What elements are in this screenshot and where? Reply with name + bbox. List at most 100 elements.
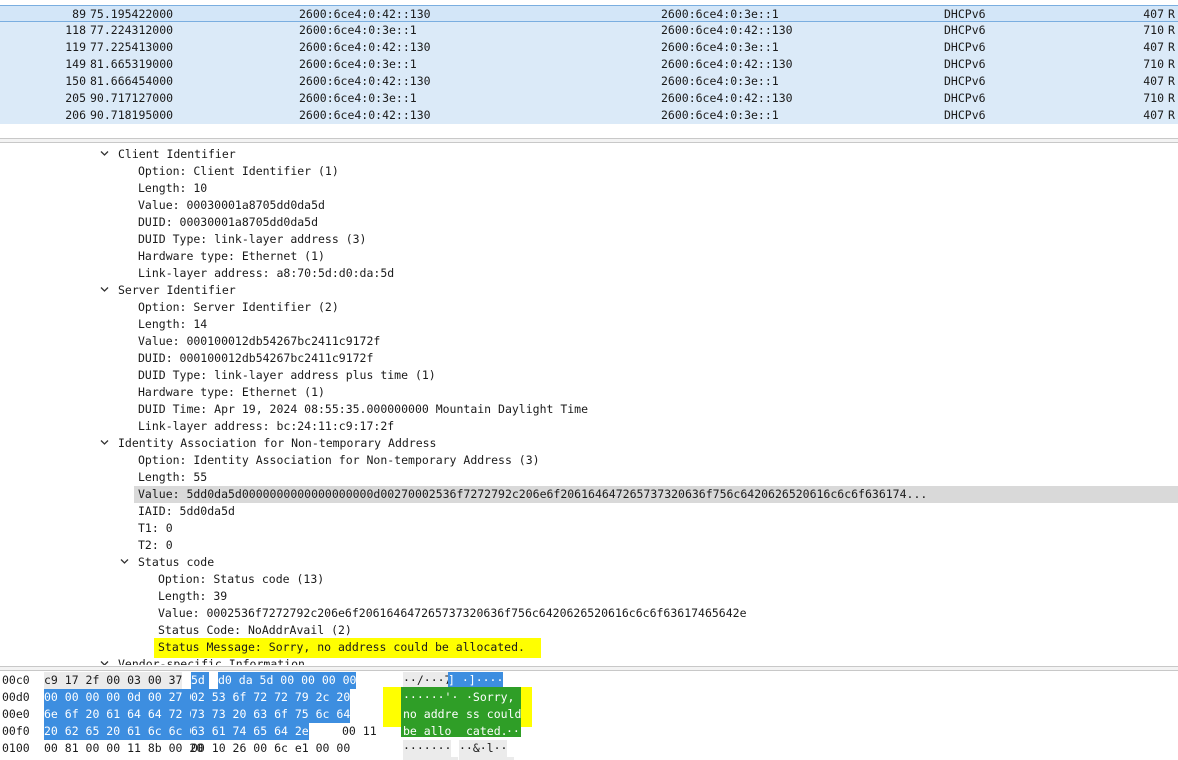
tree-field[interactable]: Length: 14: [138, 316, 207, 333]
chevron-down-icon[interactable]: [120, 558, 129, 566]
tree-field[interactable]: DUID: 00030001a8705dd0da5d: [138, 214, 318, 231]
tree-field[interactable]: DUID Time: Apr 19, 2024 08:55:35.0000000…: [138, 401, 588, 418]
tree-label: Hardware type: Ethernet (1): [138, 385, 325, 399]
packet-row[interactable]: 205 90.717127000 2600:6ce4:0:3e::1 2600:6ce…: [0, 90, 1178, 107]
tree-field[interactable]: IAID: 5dd0da5d: [138, 503, 235, 520]
packet-source: 2600:6ce4:0:3e::1: [299, 91, 417, 105]
hex-bytes-a: 00 00 00 00 0d 00 27 00: [44, 689, 204, 706]
hex-bytes-a: 00 81 00 00 11 8b 00 20: [44, 741, 204, 755]
ascii-bytes-b: ss could: [466, 707, 522, 721]
tree-field[interactable]: Status Message: Sorry, no address could …: [154, 638, 541, 658]
packet-info: R: [1168, 108, 1175, 122]
tree-label: DUID Time: Apr 19, 2024 08:55:35.0000000…: [138, 402, 589, 416]
tree-node[interactable]: Vendor-specific Information: [118, 656, 305, 665]
packet-number: 150: [65, 74, 86, 88]
tree-field[interactable]: T1: 0: [138, 520, 173, 537]
tree-label: Length: 14: [138, 317, 208, 331]
tree-label: Status code: [138, 555, 215, 569]
packet-length: 710: [1143, 91, 1164, 105]
tree-node[interactable]: Server Identifier: [118, 282, 236, 299]
tree-field[interactable]: Length: 10: [138, 180, 207, 197]
tree-label: DUID Type: link-layer address (3): [138, 232, 367, 246]
packet-source: 2600:6ce4:0:42::130: [299, 108, 431, 122]
packet-info: R: [1168, 74, 1175, 88]
packet-destination: 2600:6ce4:0:42::130: [661, 23, 793, 37]
tree-field[interactable]: Value: 000100012db54267bc2411c9172f: [138, 333, 380, 350]
hex-bytes-b: 63 61 74 65 64 2e: [191, 723, 309, 740]
tree-field[interactable]: Hardware type: Ethernet (1): [138, 384, 325, 401]
tree-label: Option: Client Identifier (1): [138, 164, 339, 178]
packet-row[interactable]: 119 77.225413000 2600:6ce4:0:42::130 2600:6…: [0, 39, 1178, 56]
hex-bytes-selected: 5d: [191, 672, 209, 689]
packet-details-tree[interactable]: Client Identifier Option: Client Identifi…: [0, 145, 1178, 665]
packet-protocol: DHCPv6: [944, 108, 986, 122]
tree-field[interactable]: Hardware type: Ethernet (1): [138, 248, 325, 265]
tree-field[interactable]: Option: Status code (13): [158, 571, 324, 588]
hex-row[interactable]: 00d0 00 00 00 00 0d 00 27 00 02 53 6f 72 7…: [0, 689, 1178, 706]
tree-field[interactable]: Status Code: NoAddrAvail (2): [158, 622, 352, 639]
hex-row[interactable]: 0100 00 81 00 00 11 8b 00 20 00 10 26 00 6…: [0, 740, 1178, 757]
tree-field[interactable]: DUID Type: link-layer address plus time …: [138, 367, 436, 384]
chevron-down-icon[interactable]: [100, 439, 109, 447]
packet-time: 90.718195000: [90, 108, 174, 122]
tree-field[interactable]: Link-layer address: bc:24:11:c9:17:2f: [138, 418, 394, 435]
ascii-bytes: ······'·: [403, 690, 459, 704]
tree-label: DUID: 000100012db54267bc2411c9172f: [138, 351, 374, 365]
tree-node[interactable]: Identity Association for Non-temporary A…: [118, 435, 437, 452]
tree-field[interactable]: Value: 00030001a8705dd0da5d: [138, 197, 325, 214]
packet-destination: 2600:6ce4:0:3e::1: [661, 74, 779, 88]
hex-row[interactable]: 00c0 c9 17 2f 00 03 00 37 5d d0 da 5d 00 00…: [0, 672, 1178, 689]
packet-row[interactable]: 150 81.666454000 2600:6ce4:0:42::130 2600:6…: [0, 73, 1178, 90]
ascii-bytes-b: cated.: [466, 724, 508, 738]
tree-field[interactable]: Option: Identity Association for Non-tem…: [138, 452, 540, 469]
packet-number: 149: [65, 57, 86, 71]
packet-length: 407: [1143, 40, 1164, 54]
tree-node[interactable]: Status code: [138, 554, 214, 571]
tree-field[interactable]: DUID: 000100012db54267bc2411c9172f: [138, 350, 373, 367]
tree-label: Identity Association for Non-temporary A…: [118, 436, 437, 450]
tree-label: Value: 5dd0da5d0000000000000000000d00270…: [138, 487, 928, 501]
packet-row[interactable]: 89 75.195422000 2600:6ce4:0:42::130 2600:6c…: [0, 5, 1178, 22]
tree-field[interactable]: DUID Type: link-layer address (3): [138, 231, 366, 248]
tree-node[interactable]: Client Identifier: [118, 146, 236, 163]
packet-number: 89: [72, 7, 86, 21]
hex-bytes-a: 20 62 65 20 61 6c 6c 6f: [44, 723, 204, 740]
ascii-bytes: no addre: [403, 707, 459, 721]
tree-label: Length: 55: [138, 470, 208, 484]
tree-field[interactable]: Value: 0002536f7272792c206e6f20616464726…: [158, 605, 747, 622]
hex-bytes-b: d0 da 5d 00 00 00 00: [218, 672, 357, 689]
tree-field[interactable]: Option: Client Identifier (1): [138, 163, 339, 180]
tree-field[interactable]: T2: 0: [138, 537, 173, 554]
packet-row[interactable]: 206 90.718195000 2600:6ce4:0:42::130 2600:6…: [0, 107, 1178, 124]
tree-field[interactable]: Value: 5dd0da5d0000000000000000000d00270…: [138, 486, 927, 503]
tree-field[interactable]: Link-layer address: a8:70:5d:d0:da:5d: [138, 265, 394, 282]
packet-list[interactable]: 89 75.195422000 2600:6ce4:0:42::130 2600:6c…: [0, 0, 1178, 126]
tree-label: Value: 000100012db54267bc2411c9172f: [138, 334, 381, 348]
ascii-bytes-b: ··&·l··: [459, 740, 508, 757]
ascii-bytes-rest: ··: [506, 724, 520, 738]
hex-row[interactable]: 00f0 20 62 65 20 61 6c 6c 6f 63 61 74 65 6…: [0, 723, 1178, 740]
hex-offset: 00e0: [2, 707, 30, 721]
ascii-bytes: ·······: [403, 740, 452, 757]
packet-bytes-pane[interactable]: 00c0 c9 17 2f 00 03 00 37 5d d0 da 5d 00 00…: [0, 671, 1178, 760]
tree-label: Link-layer address: a8:70:5d:d0:da:5d: [138, 266, 395, 280]
tree-label: Status Code: NoAddrAvail (2): [158, 623, 352, 637]
packet-row[interactable]: 118 77.224312000 2600:6ce4:0:3e::1 2600:6ce…: [0, 22, 1178, 39]
packet-info: R: [1168, 23, 1175, 37]
tree-label: Link-layer address: bc:24:11:c9:17:2f: [138, 419, 395, 433]
packet-time: 77.225413000: [90, 40, 174, 54]
tree-label: T1: 0: [138, 521, 173, 535]
tree-field[interactable]: Length: 55: [138, 469, 207, 486]
tree-field[interactable]: Length: 39: [158, 588, 227, 605]
packet-protocol: DHCPv6: [944, 23, 986, 37]
hex-offset: 00d0: [2, 690, 30, 704]
pane-splitter-top[interactable]: [0, 138, 1178, 143]
packet-row[interactable]: 149 81.665319000 2600:6ce4:0:3e::1 2600:6ce…: [0, 56, 1178, 73]
hex-row[interactable]: 00e0 6e 6f 20 61 64 64 72 65 73 73 20 63 6…: [0, 706, 1178, 723]
chevron-down-icon[interactable]: [100, 286, 109, 294]
chevron-down-icon[interactable]: [100, 660, 109, 665]
chevron-down-icon[interactable]: [100, 150, 109, 158]
tree-field[interactable]: Option: Server Identifier (2): [138, 299, 339, 316]
packet-destination: 2600:6ce4:0:42::130: [661, 57, 793, 71]
packet-number: 118: [65, 23, 86, 37]
